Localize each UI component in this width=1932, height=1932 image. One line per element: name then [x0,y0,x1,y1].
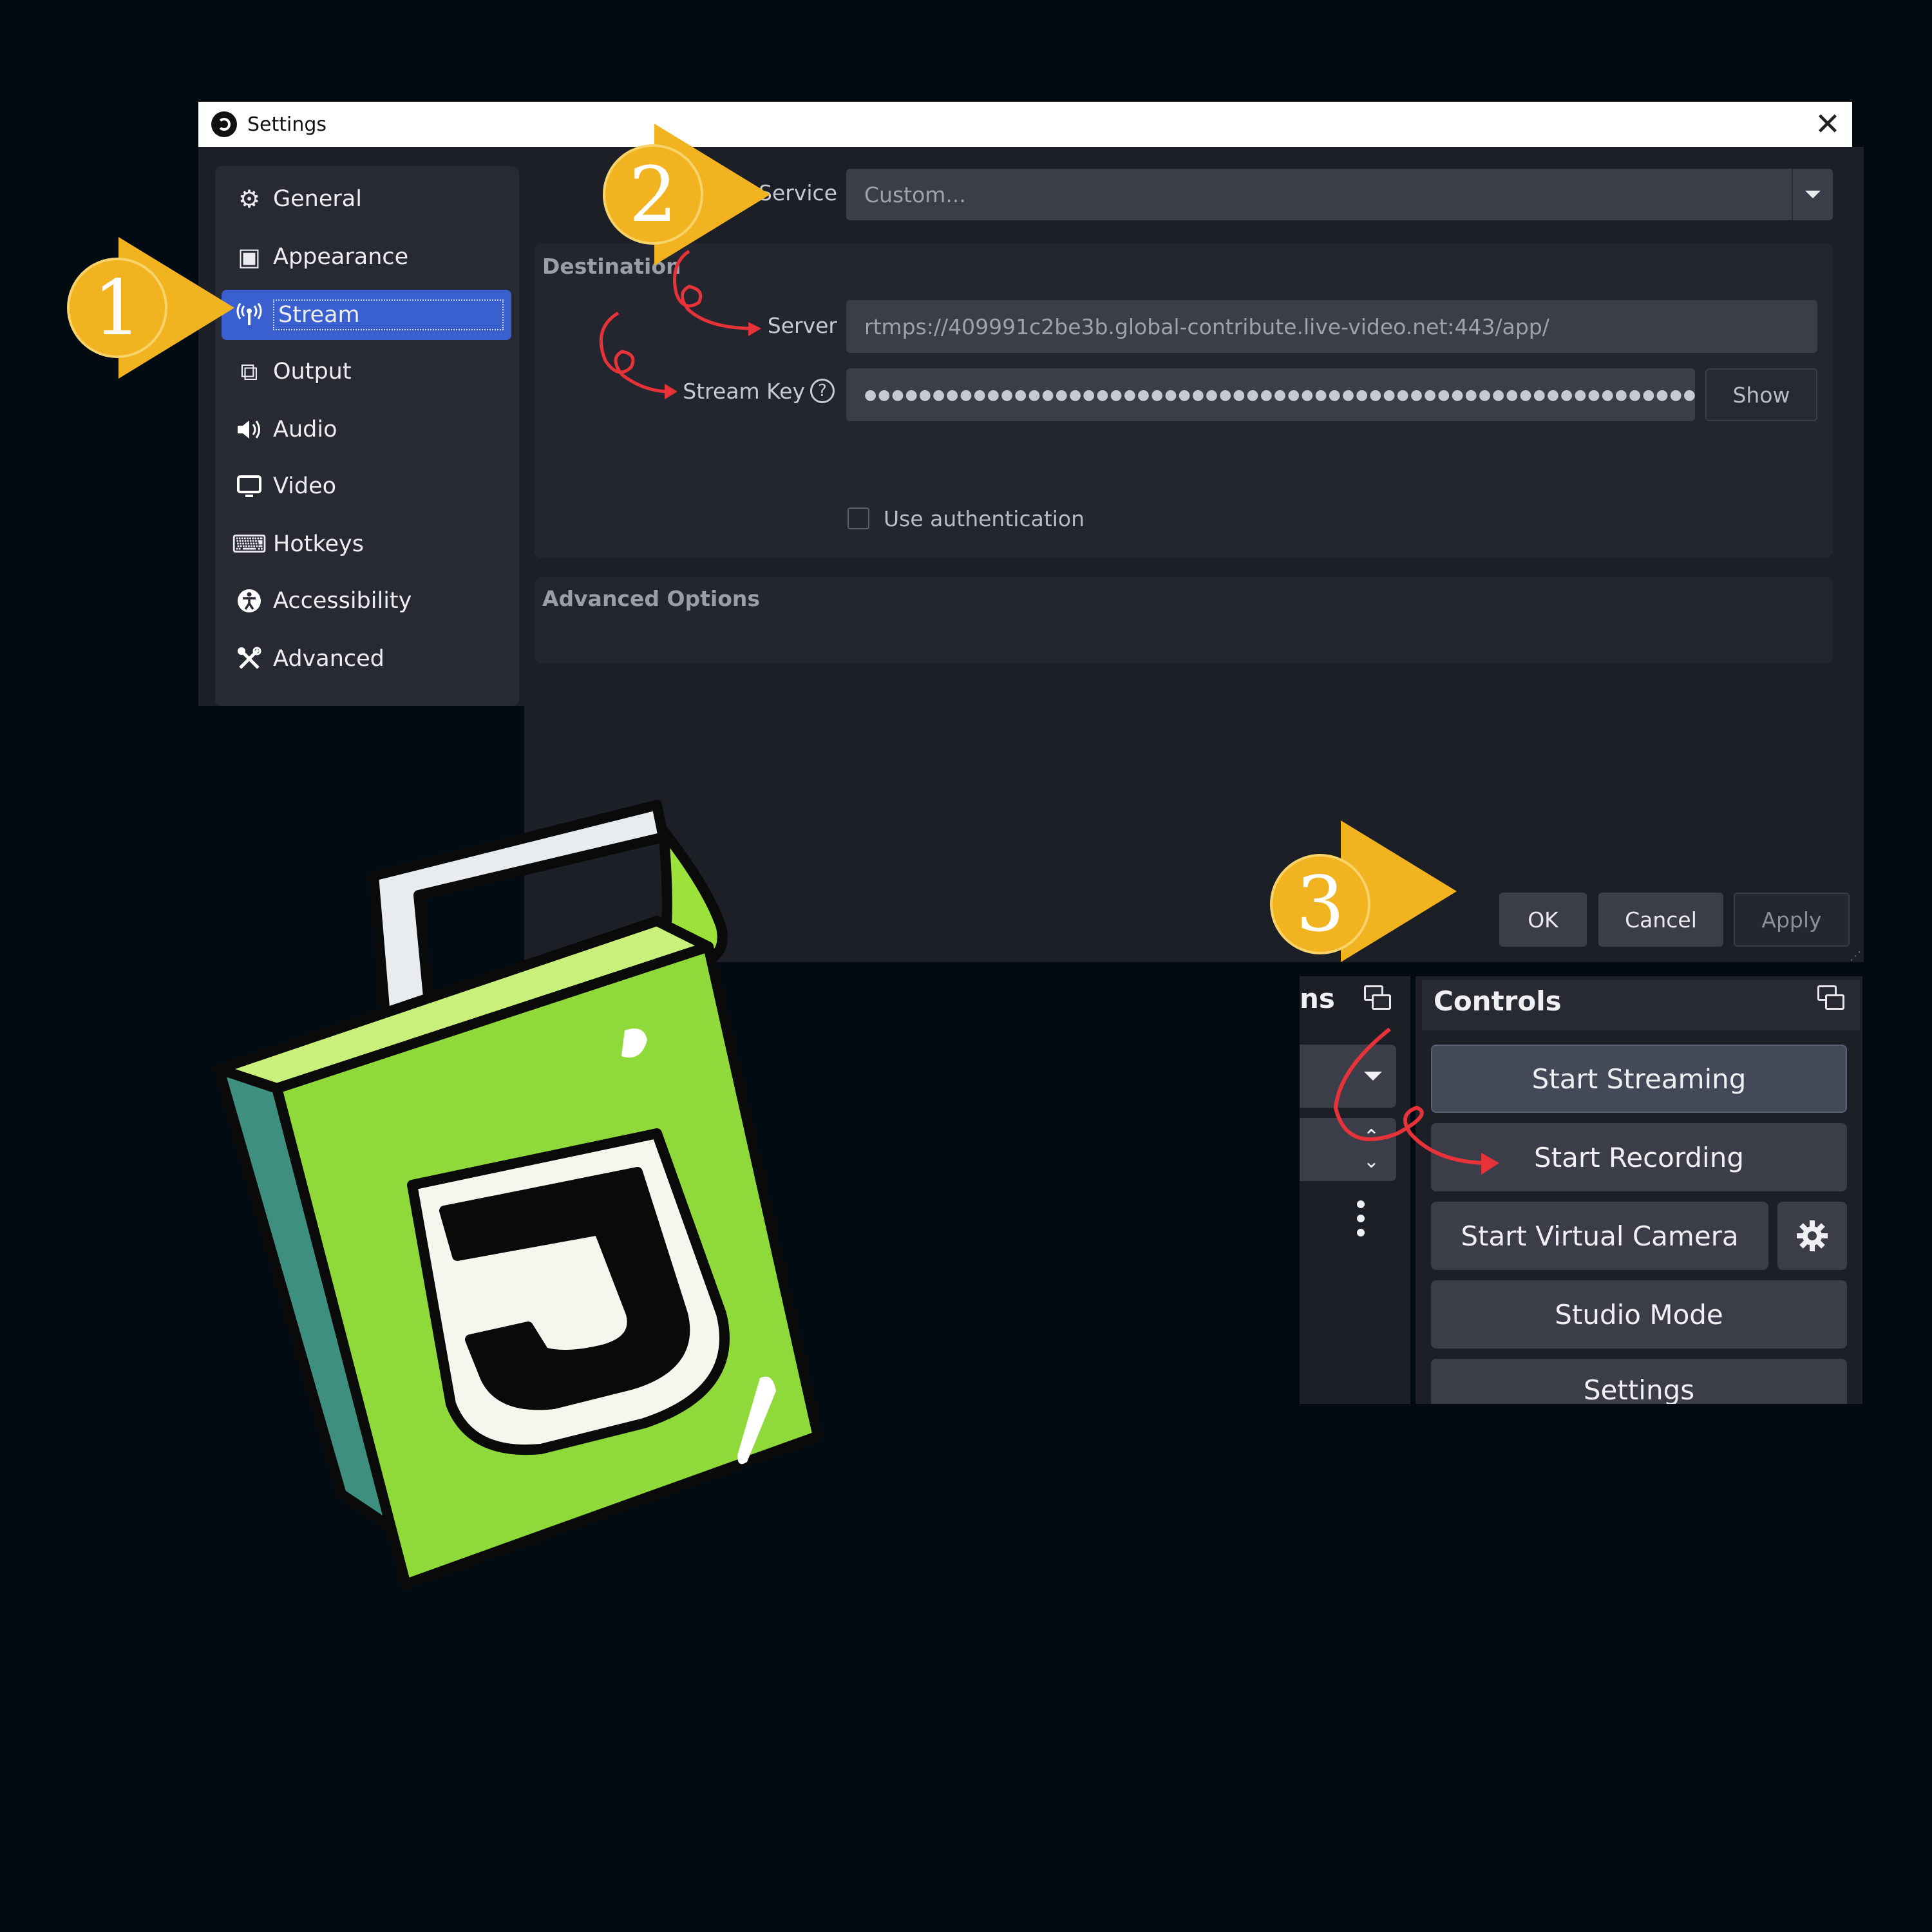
ok-button[interactable]: OK [1499,893,1587,947]
sidebar-item-label: Video [273,473,337,499]
dock-popout-icon[interactable] [1364,985,1394,1015]
sidebar-item-label: General [273,186,362,212]
settings-button[interactable]: Settings [1431,1359,1847,1404]
show-key-button[interactable]: Show [1705,368,1817,421]
service-dropdown[interactable]: Custom... [846,169,1833,220]
output-icon: ⧉ [240,357,258,386]
tools-icon [236,645,263,672]
sidebar-item-label: Appearance [273,244,409,270]
sidebar-item-label: Accessibility [273,588,412,614]
controls-title: Controls [1434,985,1562,1017]
sidebar-item-advanced[interactable]: Advanced [222,634,511,684]
help-icon[interactable]: ? [810,379,835,403]
speaker-icon [236,416,263,443]
server-value: rtmps://409991c2be3b.global-contribute.l… [864,314,1549,339]
sidebar-item-appearance[interactable]: ▣ Appearance [222,232,511,282]
settings-title-bar[interactable]: Settings ✕ [198,102,1852,147]
apply-button[interactable]: Apply [1734,893,1850,947]
obs-logo-icon [211,111,237,137]
advanced-options-title: Advanced Options [542,586,761,611]
stream-key-value: ●●●●●●●●●●●●●●●●●●●●●●●●●●●●●●●●●●●●●●●●… [864,386,1695,403]
dock-popout-icon[interactable] [1817,985,1847,1015]
monitor-icon [236,473,263,500]
sidebar-item-label: Output [273,359,352,384]
gear-icon: ⚙ [238,185,261,213]
sidebar-item-label: Hotkeys [273,531,364,557]
window-title: Settings [247,113,327,136]
curly-arrow-start-recording-icon [1333,1027,1499,1175]
partial-dock-title: ns [1300,983,1335,1014]
accessibility-icon [236,587,263,614]
sidebar-item-accessibility[interactable]: Accessibility [222,576,511,626]
chevron-down-icon[interactable] [1792,169,1833,220]
start-virtual-camera-button[interactable]: Start Virtual Camera [1431,1202,1768,1270]
service-value: Custom... [864,182,966,207]
cancel-button[interactable]: Cancel [1598,893,1723,947]
sidebar-item-general[interactable]: ⚙ General [222,174,511,224]
resize-grip-icon[interactable]: ⋰ [1850,949,1861,963]
more-options-icon[interactable] [1356,1199,1365,1238]
settings-button-clip: Settings [1431,1359,1847,1404]
sidebar-item-stream[interactable]: Stream [222,290,511,340]
gear-icon [1797,1220,1828,1251]
sidebar-item-label: Advanced [273,646,384,672]
juice-box-logo [214,800,823,1589]
antenna-icon [236,301,263,328]
stream-key-input[interactable]: ●●●●●●●●●●●●●●●●●●●●●●●●●●●●●●●●●●●●●●●●… [846,368,1695,421]
keyboard-icon: ⌨ [231,530,267,558]
use-authentication-label: Use authentication [884,506,1085,531]
studio-mode-button[interactable]: Studio Mode [1431,1280,1847,1349]
close-icon[interactable]: ✕ [1803,102,1852,147]
use-authentication-checkbox[interactable] [848,507,869,529]
sidebar-item-video[interactable]: Video [222,461,511,511]
sidebar-item-label: Audio [273,417,337,442]
virtual-camera-settings-button[interactable] [1777,1202,1847,1270]
step-1-number: 1 [67,258,167,358]
step-2-number: 2 [603,144,703,245]
server-input[interactable]: rtmps://409991c2be3b.global-contribute.l… [846,300,1817,353]
step-1-marker: 1 [67,237,234,379]
sidebar-item-label: Stream [273,299,504,330]
sidebar-item-output[interactable]: ⧉ Output [222,346,511,397]
step-3-number: 3 [1270,854,1370,954]
sidebar-item-audio[interactable]: Audio [222,404,511,455]
curly-arrow-stream-key-icon [599,311,677,399]
sidebar-item-hotkeys[interactable]: ⌨ Hotkeys [222,519,511,569]
appearance-icon: ▣ [238,243,261,271]
step-3-marker: 3 [1270,820,1457,962]
